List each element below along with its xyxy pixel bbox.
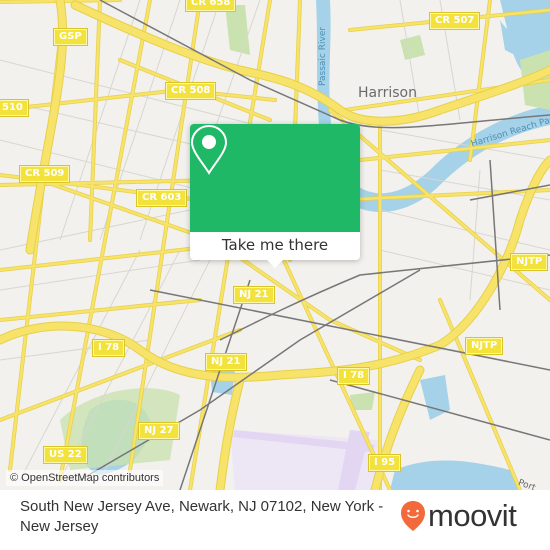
map-pin-icon [190,124,228,175]
route-shield-i-95: I 95 [367,454,402,472]
route-shield-510: 510 [0,99,29,117]
route-shield-cr-507: CR 507 [428,12,481,30]
map-attribution[interactable]: © OpenStreetMap contributors [6,470,164,486]
park-north [225,5,250,55]
address-text: South New Jersey Ave, Newark, NJ 07102, … [20,498,384,535]
route-shield-nj-21-south: NJ 21 [205,353,247,371]
moovit-logo[interactable]: moovit [400,498,517,533]
route-shield-nj-21-north: NJ 21 [233,286,275,304]
route-shield-cr-509: CR 509 [18,165,71,183]
route-shield-cr-658: CR 658 [184,0,237,12]
route-shield-us-22: US 22 [43,446,88,464]
route-shield-i-78-east: I 78 [336,367,371,385]
location-popup: Take me there [190,124,360,268]
route-shield-i-78-west: I 78 [91,339,126,357]
place-label-harrison: Harrison [358,85,417,101]
route-shield-njtp-south: NJTP [464,337,504,355]
water-port-channel [390,460,520,490]
route-shield-nj-27: NJ 27 [138,422,180,440]
moovit-wordmark: moovit [428,498,517,533]
map-canvas[interactable]: Harrison Passaic River Harrison Reach Pa… [0,0,550,490]
take-me-there-button[interactable]: Take me there [190,232,360,260]
popup-pointer [267,260,283,268]
route-shield-gsp: GSP [53,28,88,46]
moovit-pin-icon [401,501,425,531]
water-port [420,375,450,420]
route-shield-cr-508: CR 508 [164,82,217,100]
route-shield-cr-603: CR 603 [135,189,188,207]
park-harrison [400,35,425,60]
footer: South New Jersey Ave, Newark, NJ 07102, … [0,490,550,550]
popup-header [190,124,360,232]
route-shield-njtp-north: NJTP [509,253,549,271]
water-label-passaic-river: Passaic River [318,26,328,86]
